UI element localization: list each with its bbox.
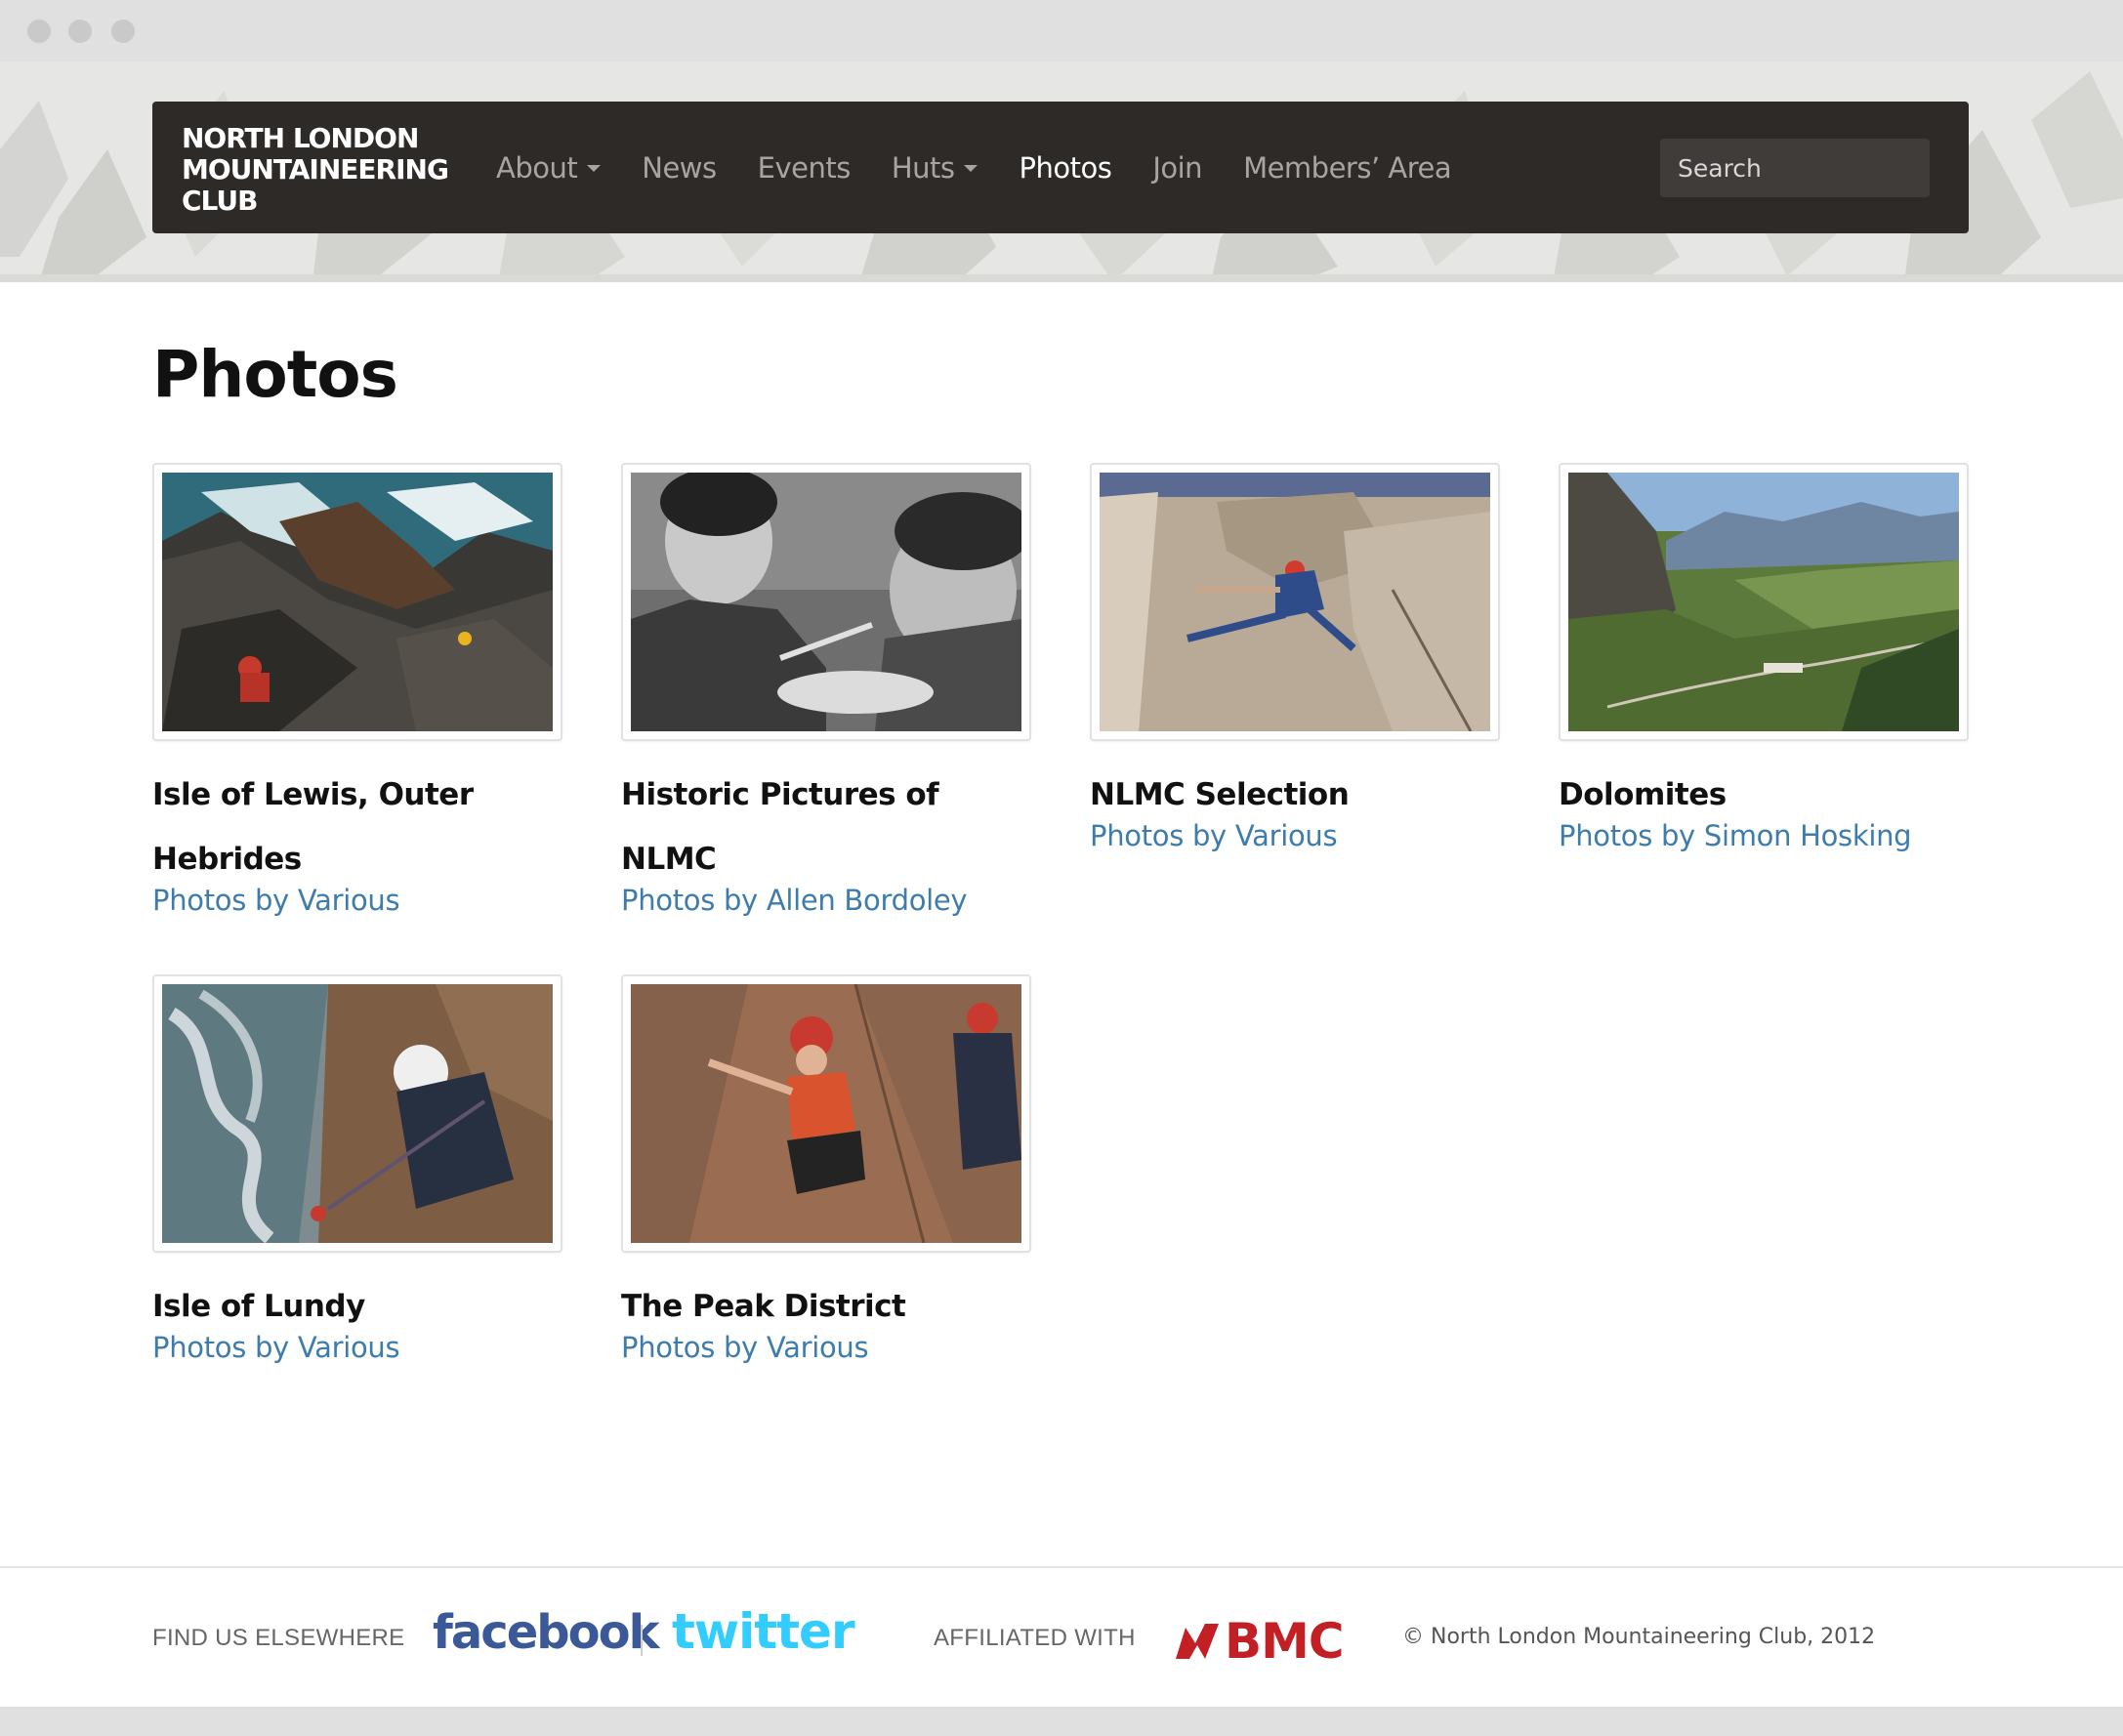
- nav-item-photos[interactable]: Photos: [1019, 151, 1111, 185]
- album-card[interactable]: Isle of Lewis, Outer Hebrides Photos by …: [152, 463, 562, 917]
- album-photo-historic: [631, 473, 1021, 731]
- window-titlebar: [0, 0, 2123, 62]
- nav-item-label: About: [496, 150, 578, 185]
- main-navbar: NORTH LONDON MOUNTAINEERING CLUB About N…: [152, 102, 1969, 233]
- album-byline-link[interactable]: Photos by Various: [1090, 819, 1500, 852]
- nav-menu: About News Events Huts Photos Join Membe…: [496, 102, 1492, 233]
- album-thumbnail[interactable]: [1090, 463, 1500, 741]
- window-minimize-button[interactable]: [68, 20, 92, 43]
- album-photo-alpine-valley: [1568, 473, 1959, 731]
- album-photo-rock-face: [1100, 473, 1490, 731]
- footer-separator: [641, 1625, 643, 1656]
- album-byline-link[interactable]: Photos by Various: [152, 884, 562, 917]
- twitter-logo-link[interactable]: twitter: [672, 1603, 855, 1660]
- album-byline-link[interactable]: Photos by Simon Hosking: [1559, 819, 1969, 852]
- album-title[interactable]: Isle of Lundy: [152, 1274, 562, 1339]
- album-title[interactable]: Historic Pictures of NLMC: [621, 763, 1031, 891]
- nav-item-label: Members’ Area: [1243, 150, 1452, 185]
- chevron-down-icon: [587, 165, 602, 172]
- bmc-logo-text: BMC: [1225, 1613, 1345, 1670]
- album-byline-link[interactable]: Photos by Various: [621, 1331, 1031, 1364]
- bmc-mountain-icon: [1176, 1624, 1219, 1659]
- window-zoom-button[interactable]: [111, 20, 135, 43]
- album-thumbnail[interactable]: [621, 974, 1031, 1253]
- nav-item-label: Events: [757, 150, 852, 185]
- nav-item-label: Huts: [891, 150, 955, 185]
- album-byline-link[interactable]: Photos by Various: [152, 1331, 562, 1364]
- album-card[interactable]: Dolomites Photos by Simon Hosking: [1559, 463, 1969, 852]
- copyright-text: © North London Mountaineering Club, 2012: [1402, 1625, 1876, 1649]
- album-thumbnail[interactable]: [1559, 463, 1969, 741]
- nav-item-label: Join: [1152, 150, 1203, 185]
- search-input[interactable]: [1660, 139, 1930, 197]
- album-photo-lundy: [162, 984, 553, 1243]
- nav-item-events[interactable]: Events: [757, 150, 852, 185]
- album-card[interactable]: NLMC Selection Photos by Various: [1090, 463, 1500, 852]
- album-thumbnail[interactable]: [152, 463, 562, 741]
- album-thumbnail[interactable]: [621, 463, 1031, 741]
- window-bottom-edge: [0, 1707, 2123, 1736]
- bmc-logo-link[interactable]: BMC: [1176, 1613, 1345, 1670]
- site-brand[interactable]: NORTH LONDON MOUNTAINEERING CLUB: [182, 123, 475, 217]
- album-byline-link[interactable]: Photos by Allen Bordoley: [621, 884, 1031, 917]
- nav-item-huts[interactable]: Huts: [892, 151, 978, 185]
- album-photo-peak-district: [631, 984, 1021, 1243]
- album-title[interactable]: NLMC Selection: [1090, 763, 1500, 827]
- album-title[interactable]: Isle of Lewis, Outer Hebrides: [152, 763, 562, 891]
- nav-item-join[interactable]: Join: [1152, 151, 1202, 185]
- browser-window: NORTH LONDON MOUNTAINEERING CLUB About N…: [0, 0, 2123, 1736]
- album-card[interactable]: Historic Pictures of NLMC Photos by Alle…: [621, 463, 1031, 917]
- chevron-down-icon: [964, 165, 978, 172]
- nav-item-label: Photos: [1019, 150, 1112, 185]
- album-thumbnail[interactable]: [152, 974, 562, 1253]
- nav-item-about[interactable]: About: [496, 150, 602, 185]
- window-close-button[interactable]: [27, 20, 51, 43]
- album-photo-sea-cliff: [162, 473, 553, 731]
- nav-item-news[interactable]: News: [642, 150, 717, 185]
- affiliated-label: AFFILIATED WITH: [934, 1625, 1136, 1651]
- page-title: Photos: [152, 337, 398, 412]
- find-us-label: FIND US ELSEWHERE: [152, 1625, 405, 1651]
- nav-item-members-area[interactable]: Members’ Area: [1243, 150, 1452, 185]
- album-title[interactable]: The Peak District: [621, 1274, 1031, 1339]
- site-footer: FIND US ELSEWHERE facebook twitter AFFIL…: [0, 1568, 2123, 1707]
- facebook-logo-link[interactable]: facebook: [433, 1605, 660, 1660]
- album-title[interactable]: Dolomites: [1559, 763, 1969, 827]
- album-card[interactable]: Isle of Lundy Photos by Various: [152, 974, 562, 1364]
- album-card[interactable]: The Peak District Photos by Various: [621, 974, 1031, 1364]
- nav-item-label: News: [642, 150, 717, 185]
